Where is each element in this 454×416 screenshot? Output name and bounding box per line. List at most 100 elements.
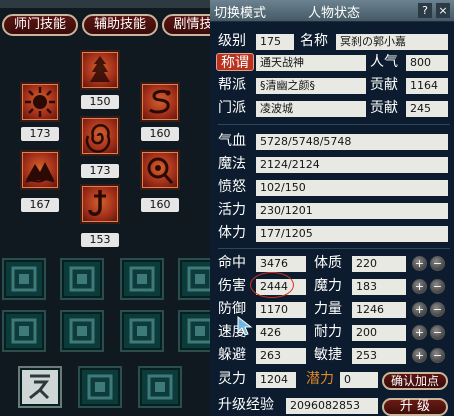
section-divider — [218, 124, 450, 125]
accuracy-value: 3476 — [256, 256, 306, 272]
empty-skill-slot[interactable] — [2, 258, 46, 300]
confirm-points-button[interactable]: 确认加点 — [382, 372, 448, 390]
sect-value: 凌波城 — [256, 101, 366, 117]
skill-level-badge: 160 — [141, 127, 179, 141]
physique-label: 体质 — [314, 255, 342, 271]
physique-value: 220 — [352, 256, 406, 272]
rage-value: 102/150 — [256, 180, 448, 196]
endurance-label: 耐力 — [314, 324, 342, 340]
potential-value: 0 — [340, 372, 378, 388]
physique-plus-button[interactable]: + — [412, 256, 427, 271]
skill-level-badge: 173 — [81, 164, 119, 178]
rage-label: 愤怒 — [218, 179, 246, 195]
potential-label: 潜力 — [306, 371, 334, 387]
hp-value: 5728/5748/5748 — [256, 134, 448, 150]
spirit-label: 灵力 — [218, 371, 246, 387]
highlight-circle — [250, 272, 294, 298]
empty-skill-slot[interactable] — [120, 258, 164, 300]
dodge-value: 263 — [256, 348, 306, 364]
vitality-label: 活力 — [218, 202, 246, 218]
physique-minus-button[interactable]: − — [430, 256, 445, 271]
empty-skill-slot[interactable] — [60, 258, 104, 300]
sect-label: 门派 — [218, 100, 246, 116]
character-status-panel: 切换模式 人物状态 ? × 级别 175 名称 冥刹の郭小嘉 称谓 通天战神 人… — [210, 0, 454, 416]
vitality-value: 230/1201 — [256, 203, 448, 219]
upgrade-button[interactable]: 升 级 — [382, 398, 448, 416]
endurance-plus-button[interactable]: + — [412, 325, 427, 340]
skill-level-badge: 153 — [81, 233, 119, 247]
empty-skill-slot[interactable] — [178, 258, 210, 300]
sect-contrib-label: 贡献 — [370, 100, 398, 116]
agility-label: 敏捷 — [314, 347, 342, 363]
sun-mask-icon[interactable] — [20, 82, 60, 122]
endurance-value: 200 — [352, 325, 406, 341]
skill-level-badge: 167 — [21, 198, 59, 212]
skill-panel: 师门技能 辅助技能 剧情技 150 173 160 173 167 160 15… — [0, 0, 210, 416]
rune-slot-icon[interactable] — [18, 366, 62, 408]
strength-value: 1246 — [352, 302, 406, 318]
skill-level-badge: 173 — [21, 127, 59, 141]
empty-skill-slot[interactable] — [120, 310, 164, 352]
agility-plus-button[interactable]: + — [412, 348, 427, 363]
status-title: 人物状态 — [308, 6, 361, 21]
dodge-label: 躲避 — [218, 347, 246, 363]
vortex-icon[interactable] — [80, 116, 120, 156]
mouse-cursor-icon — [237, 316, 253, 336]
agility-value: 253 — [352, 348, 406, 364]
empty-skill-slot[interactable] — [60, 310, 104, 352]
mountain-icon[interactable] — [20, 150, 60, 190]
guild-contrib-label: 贡献 — [370, 77, 398, 93]
popularity-label: 人气 — [370, 54, 398, 70]
honor-button[interactable]: 称谓 — [216, 53, 254, 71]
serpent-icon[interactable] — [140, 82, 180, 122]
damage-label: 伤害 — [218, 278, 246, 294]
level-label: 级别 — [218, 33, 246, 49]
tab-story-skills[interactable]: 剧情技 — [162, 14, 210, 36]
stamina-label: 体力 — [218, 225, 246, 241]
help-icon[interactable]: ? — [418, 3, 432, 18]
ring-orb-icon[interactable] — [140, 150, 180, 190]
exp-value: 2096082853 — [286, 398, 378, 414]
sect-contrib-value: 245 — [406, 101, 448, 117]
empty-skill-slot[interactable] — [2, 310, 46, 352]
endurance-minus-button[interactable]: − — [430, 325, 445, 340]
tab-auxiliary-skills[interactable]: 辅助技能 — [82, 14, 158, 36]
magic-minus-button[interactable]: − — [430, 279, 445, 294]
name-value: 冥刹の郭小嘉 — [336, 34, 448, 50]
name-label: 名称 — [300, 33, 328, 49]
spirit-value: 1204 — [256, 372, 296, 388]
empty-skill-slot[interactable] — [78, 366, 122, 408]
honor-value: 通天战神 — [256, 55, 366, 71]
level-value: 175 — [256, 34, 294, 50]
accuracy-label: 命中 — [218, 255, 246, 271]
mp-label: 魔法 — [218, 156, 246, 172]
skill-level-badge: 160 — [141, 198, 179, 212]
stamina-value: 177/1205 — [256, 226, 448, 242]
status-titlebar: 切换模式 人物状态 ? × — [210, 0, 454, 22]
exp-label: 升级经验 — [218, 397, 274, 413]
popularity-value: 800 — [406, 55, 448, 71]
strength-label: 力量 — [314, 301, 342, 317]
section-divider — [218, 248, 450, 249]
defense-value: 1170 — [256, 302, 306, 318]
tab-shimen-skills[interactable]: 师门技能 — [2, 14, 78, 36]
strength-plus-button[interactable]: + — [412, 302, 427, 317]
close-icon[interactable]: × — [436, 3, 450, 18]
hp-label: 气血 — [218, 133, 246, 149]
magic-plus-button[interactable]: + — [412, 279, 427, 294]
pagoda-icon[interactable] — [80, 50, 120, 90]
skill-level-badge: 150 — [81, 95, 119, 109]
agility-minus-button[interactable]: − — [430, 348, 445, 363]
guild-label: 帮派 — [218, 77, 246, 93]
hook-icon[interactable] — [80, 184, 120, 224]
strength-minus-button[interactable]: − — [430, 302, 445, 317]
skill-panel-topbar — [0, 0, 210, 8]
empty-skill-slot[interactable] — [138, 366, 182, 408]
magic-value: 183 — [352, 279, 406, 295]
speed-value: 426 — [256, 325, 306, 341]
magic-label: 魔力 — [314, 278, 342, 294]
guild-value: §清幽之颜§ — [256, 78, 366, 94]
switch-mode-button[interactable]: 切换模式 — [214, 2, 266, 21]
empty-skill-slot[interactable] — [178, 310, 210, 352]
guild-contrib-value: 1164 — [406, 78, 448, 94]
